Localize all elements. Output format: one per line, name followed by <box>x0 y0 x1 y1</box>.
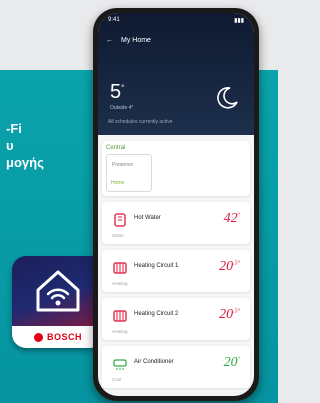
home-header: 9:41 ▮▮▮ ← My Home 5° Outside 4° All sch… <box>98 13 254 135</box>
tile-status: Home <box>111 180 125 186</box>
room-temperature: 20° <box>224 355 240 371</box>
room-sub: Heating <box>112 329 128 334</box>
air-conditioner-icon <box>113 359 127 370</box>
tile-name: Presence <box>112 162 134 168</box>
presence-tile[interactable]: Presence Home <box>106 154 152 192</box>
degree-sign: ° <box>121 83 125 93</box>
room-name: Hot Water <box>134 215 161 221</box>
room-temperature: 20.5° <box>219 259 240 275</box>
smart-home-icon <box>36 270 80 312</box>
temperature-unit: .5° <box>233 308 240 315</box>
nav-bar: ← My Home <box>106 37 151 44</box>
page-title: My Home <box>121 37 151 44</box>
room-name: Air Conditioner <box>134 359 174 365</box>
temperature-value: 20 <box>223 355 238 370</box>
schedule-info[interactable]: All schedules currently active <box>108 119 244 125</box>
temperature-unit: .5° <box>233 260 240 267</box>
room-row-heating-2[interactable]: Heating Circuit 2 Heating 20.5° <box>102 298 250 340</box>
promo-line: μογής <box>6 155 44 170</box>
status-time: 9:41 <box>108 17 120 23</box>
room-sub: Heating <box>112 281 128 286</box>
status-bar: 9:41 ▮▮▮ <box>108 17 244 24</box>
back-icon[interactable]: ← <box>106 37 113 44</box>
promo-text: -Fi υ μογής <box>0 120 90 171</box>
temperature-unit: ° <box>237 356 240 363</box>
outdoor-temperature: 5° <box>110 81 124 104</box>
promo-line: -Fi <box>6 121 22 136</box>
temperature-value: 5 <box>110 81 122 103</box>
room-row-hot-water[interactable]: Hot Water Water 42° <box>102 202 250 244</box>
app-icon: BOSCH <box>12 256 104 348</box>
radiator-icon <box>113 262 127 274</box>
room-name: Heating Circuit 1 <box>134 263 179 269</box>
brand-label: BOSCH <box>46 332 82 342</box>
moon-icon <box>214 85 240 116</box>
temperature-value: 42 <box>223 211 238 226</box>
brand-bar: BOSCH <box>12 326 104 348</box>
temperature-subtitle: Outside 4° <box>110 105 134 111</box>
water-heater-icon <box>114 213 126 227</box>
group-title: Central <box>106 145 126 151</box>
phone-screen: 9:41 ▮▮▮ ← My Home 5° Outside 4° All sch… <box>98 13 254 396</box>
temperature-value: 20 <box>219 259 234 274</box>
promo-line: υ <box>6 138 14 153</box>
device-list: Central Presence Home Hot Water Water 42… <box>102 141 250 394</box>
room-temperature: 42° <box>224 211 240 227</box>
room-sub: Water <box>112 233 124 238</box>
room-row-heating-1[interactable]: Heating Circuit 1 Heating 20.5° <box>102 250 250 292</box>
temperature-value: 20 <box>219 307 234 322</box>
central-group: Central Presence Home <box>102 141 250 196</box>
temperature-unit: ° <box>237 212 240 219</box>
room-sub: Cool <box>112 377 122 382</box>
room-temperature: 20.5° <box>219 307 240 323</box>
signal-icon: ▮▮▮ <box>234 18 244 24</box>
radiator-icon <box>113 310 127 322</box>
room-row-air-conditioner[interactable]: Air Conditioner Cool 20° <box>102 346 250 388</box>
room-name: Heating Circuit 2 <box>134 311 179 317</box>
bosch-logo-icon <box>33 332 43 342</box>
